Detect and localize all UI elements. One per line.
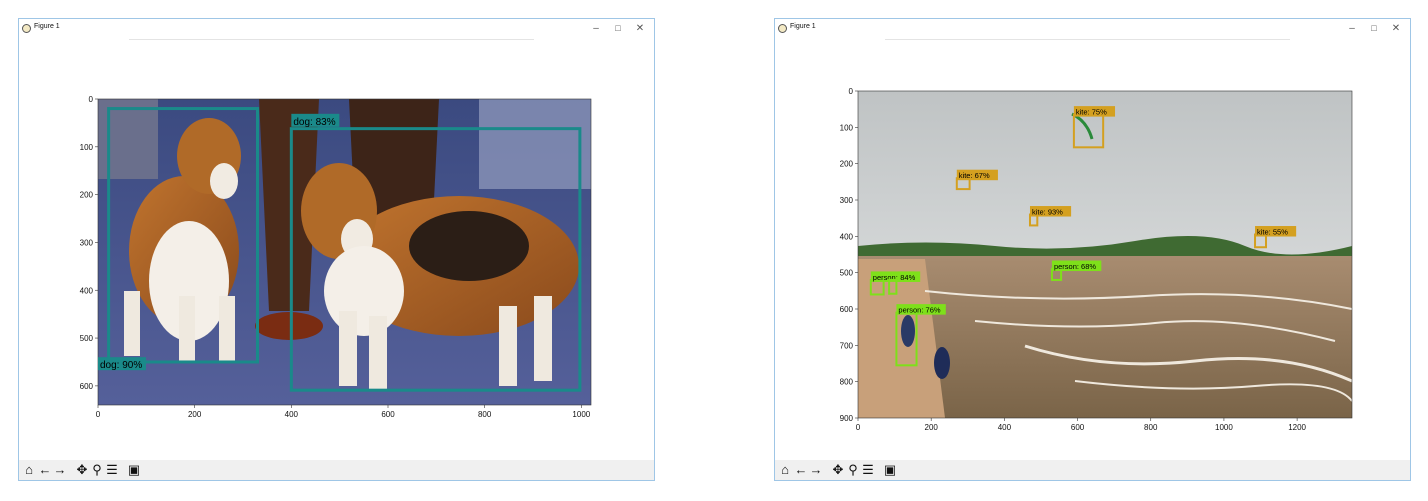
y-tick-label: 0 [849, 87, 854, 96]
title-bar: Figure 1 – □ ✕ [19, 19, 654, 40]
x-tick-label: 1000 [1215, 423, 1233, 432]
minimize-button[interactable]: – [1344, 22, 1360, 35]
window-title: Figure 1 [790, 23, 816, 30]
x-tick-label: 0 [856, 423, 861, 432]
close-button[interactable]: ✕ [1388, 22, 1404, 35]
title-bar: Figure 1 – □ ✕ [775, 19, 1410, 40]
figure-window-1: Figure 1 – □ ✕ dog: 90% dog: 83% 0 200 4… [18, 18, 655, 481]
maximize-button[interactable]: □ [610, 22, 626, 35]
y-tick-label: 200 [840, 160, 854, 169]
y-tick-label: 200 [80, 191, 94, 200]
pan-icon[interactable]: ✥ [831, 462, 845, 478]
y-tick-label: 600 [80, 382, 94, 391]
maximize-button[interactable]: □ [1366, 22, 1382, 35]
y-tick-label: 900 [840, 414, 854, 423]
minimize-button[interactable]: – [588, 22, 604, 35]
configure-icon[interactable]: ☰ [105, 462, 119, 478]
save-icon[interactable]: ▣ [127, 462, 141, 478]
forward-icon[interactable]: → [53, 462, 67, 478]
plot-canvas[interactable]: dog: 90% dog: 83% 0 200 400 600 800 1000 0 100 2… [19, 41, 654, 461]
figure-app-icon [22, 24, 31, 33]
forward-icon[interactable]: → [809, 462, 823, 478]
detection-label: 84% [900, 273, 915, 282]
x-tick-label: 600 [1071, 423, 1085, 432]
y-tick-label: 700 [840, 341, 854, 350]
save-icon[interactable]: ▣ [883, 462, 897, 478]
pan-icon[interactable]: ✥ [75, 462, 89, 478]
plot-canvas[interactable]: kite: 75% kite: 67% kite: 93% kite: 55% pers… [775, 41, 1410, 461]
back-icon[interactable]: ← [794, 462, 808, 478]
x-tick-label: 800 [1144, 423, 1158, 432]
y-tick-label: 0 [89, 95, 94, 104]
y-tick-label: 400 [80, 286, 94, 295]
navigation-toolbar: ⌂ ← → ✥ ⚲ ☰ ▣ [19, 460, 654, 480]
detection-label: kite: 75% [1076, 108, 1107, 117]
configure-icon[interactable]: ☰ [861, 462, 875, 478]
navigation-toolbar: ⌂ ← → ✥ ⚲ ☰ ▣ [775, 460, 1410, 480]
y-tick-label: 300 [840, 196, 854, 205]
detection-label: dog: 83% [293, 117, 335, 128]
detection-label: person: 68% [1054, 262, 1096, 271]
detection-label: kite: 55% [1257, 228, 1288, 237]
x-tick-label: 0 [96, 410, 101, 419]
detection-label: kite: 93% [1032, 208, 1063, 217]
back-icon[interactable]: ← [38, 462, 52, 478]
y-tick-label: 100 [840, 123, 854, 132]
y-tick-label: 500 [80, 334, 94, 343]
home-icon[interactable]: ⌂ [22, 462, 36, 478]
figure-app-icon [778, 24, 787, 33]
close-button[interactable]: ✕ [632, 22, 648, 35]
y-tick-label: 800 [840, 378, 854, 387]
detection-label: dog: 90% [100, 360, 142, 371]
y-tick-label: 600 [840, 305, 854, 314]
x-tick-label: 600 [381, 410, 395, 419]
y-tick-label: 500 [840, 269, 854, 278]
image-area [98, 99, 591, 405]
x-tick-label: 400 [285, 410, 299, 419]
x-tick-label: 200 [925, 423, 939, 432]
figure-window-2: Figure 1 – □ ✕ kite: 75% kite: 67% kite:… [774, 18, 1411, 481]
window-title: Figure 1 [34, 23, 60, 30]
x-tick-label: 800 [478, 410, 492, 419]
y-tick-label: 300 [80, 238, 94, 247]
x-tick-label: 1000 [572, 410, 590, 419]
zoom-icon[interactable]: ⚲ [90, 462, 104, 478]
y-tick-label: 400 [840, 232, 854, 241]
detection-label: kite: 67% [959, 171, 990, 180]
image-area [858, 91, 1353, 418]
x-tick-label: 400 [998, 423, 1012, 432]
zoom-icon[interactable]: ⚲ [846, 462, 860, 478]
title-divider [129, 39, 534, 40]
detection-label: person: 76% [898, 306, 940, 315]
y-tick-label: 100 [80, 143, 94, 152]
x-tick-label: 1200 [1288, 423, 1306, 432]
title-divider [885, 39, 1290, 40]
home-icon[interactable]: ⌂ [778, 462, 792, 478]
x-tick-label: 200 [188, 410, 202, 419]
